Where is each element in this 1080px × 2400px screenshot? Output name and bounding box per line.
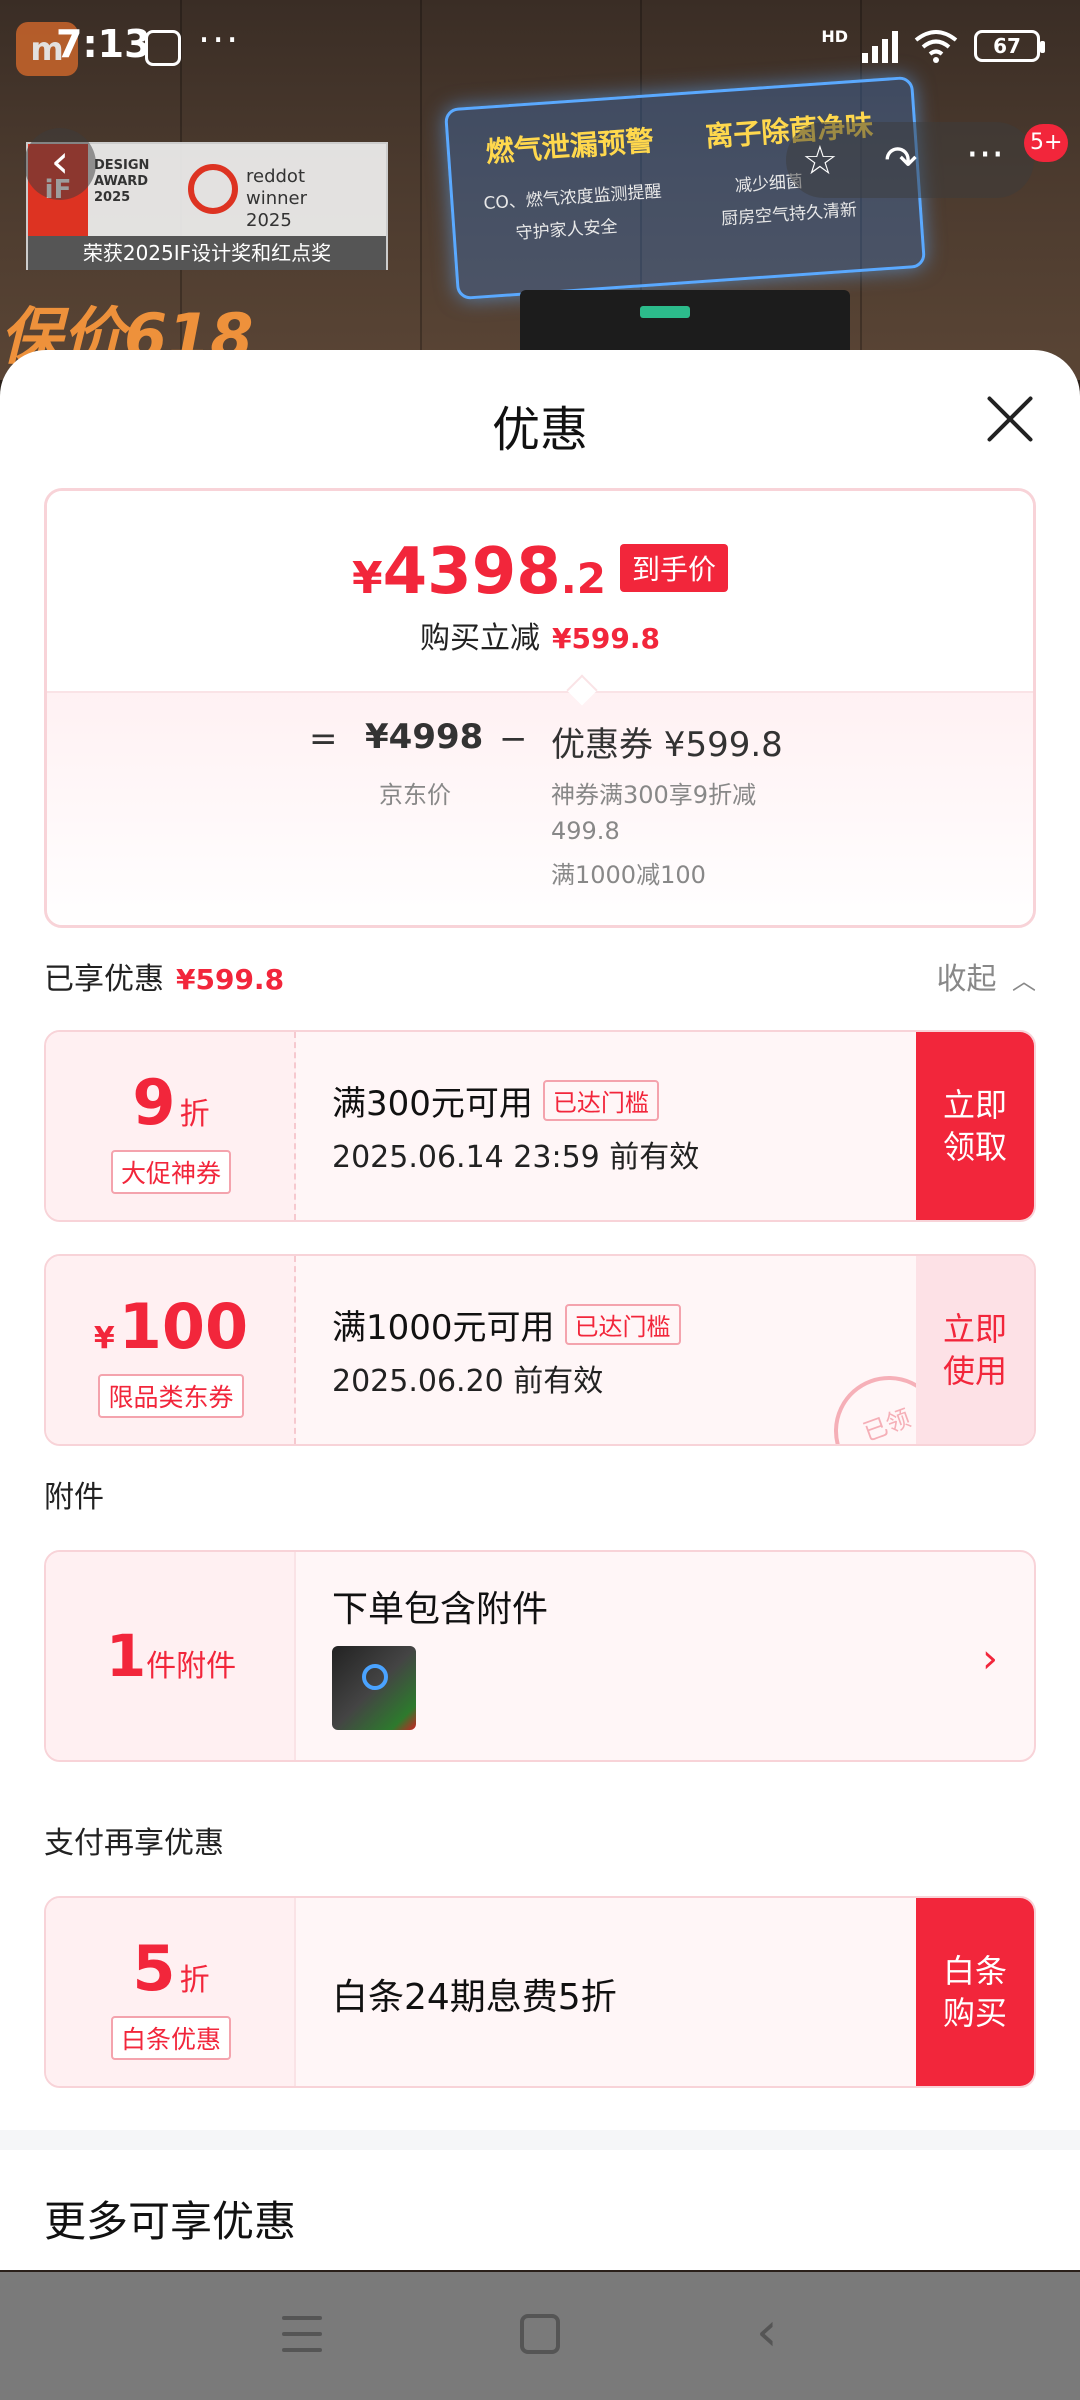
- back-button[interactable]: ‹: [24, 128, 96, 200]
- system-back-icon[interactable]: ‹: [756, 2300, 778, 2363]
- share-icon[interactable]: ↷: [884, 138, 918, 184]
- chevron-up-icon: ︿: [1012, 967, 1036, 995]
- accessories-count-unit: 件附件: [146, 1649, 237, 1684]
- status-more: ···: [198, 18, 241, 62]
- claim-coupon-button[interactable]: 立即领取: [916, 1032, 1034, 1220]
- payment-type-badge: 白条优惠: [110, 2016, 231, 2060]
- final-price: ¥4398.2 到手价: [47, 535, 1033, 609]
- coupon-amount: 9折: [46, 1066, 296, 1139]
- equals-sign: =: [309, 719, 338, 759]
- section-divider: [0, 2130, 1080, 2150]
- close-icon[interactable]: [976, 386, 1044, 454]
- coupon-condition: 满300元可用 已达门槛: [332, 1076, 659, 1125]
- system-navigation-bar: ‹: [0, 2272, 1080, 2400]
- hd-indicator: HD: [821, 26, 848, 46]
- baitiao-buy-button[interactable]: 白条购买: [916, 1898, 1034, 2086]
- coupon-amount: ¥100: [46, 1290, 296, 1363]
- accessories-title: 下单包含附件: [332, 1589, 549, 1630]
- price-integer: 4398: [382, 535, 561, 609]
- final-price-tag: 到手价: [619, 544, 728, 592]
- feature-line: CO、燃气浓度监测提醒: [482, 181, 663, 215]
- feature-line: 守护家人安全: [515, 216, 619, 244]
- status-time: 7:13: [56, 22, 151, 66]
- use-coupon-button[interactable]: 立即使用: [916, 1256, 1034, 1444]
- payment-discount-title: 白条24期息费5折: [332, 1977, 617, 2018]
- coupon-detail: 神券满300享9折减: [551, 781, 757, 809]
- jd-price-label: 京东价: [379, 781, 451, 809]
- accessories-count: 1件附件: [46, 1622, 296, 1690]
- enjoyed-discounts-heading: 已享优惠 ¥599.8: [44, 954, 284, 998]
- reduction-value: ¥599.8: [551, 622, 661, 655]
- recent-apps-icon[interactable]: [282, 2316, 322, 2352]
- accessories-card[interactable]: 1件附件 下单包含附件 ›: [44, 1550, 1036, 1762]
- feature-title: 燃气泄漏预警: [484, 124, 655, 169]
- collapse-toggle[interactable]: 收起 ︿: [936, 954, 1036, 998]
- discount-sheet: 优惠 ¥4398.2 到手价 购买立减 ¥599.8 = ¥4998 京东价 − 优…: [0, 350, 1080, 2270]
- payment-discount-heading: 支付再享优惠: [44, 1826, 224, 1861]
- accessories-count-number: 1: [105, 1622, 147, 1690]
- instant-reduction: 购买立减 ¥599.8: [47, 613, 1033, 657]
- payment-amount-unit: 折: [179, 1963, 210, 1998]
- payment-amount-number: 5: [132, 1932, 176, 2005]
- wifi-icon: [912, 28, 960, 64]
- payment-amount: 5折: [46, 1932, 296, 2005]
- design-award-text: DESIGN AWARD 2025: [94, 158, 150, 205]
- coupon-total: 优惠券 ¥599.8: [551, 725, 783, 765]
- price-summary-card: ¥4398.2 到手价 购买立减 ¥599.8 = ¥4998 京东价 − 优惠券 …: [44, 488, 1036, 928]
- sheet-title: 优惠: [491, 402, 588, 458]
- more-icon[interactable]: ···: [966, 132, 1004, 178]
- coupon-validity: 2025.06.20 前有效: [332, 1364, 604, 1399]
- chevron-right-icon[interactable]: ›: [982, 1636, 998, 1682]
- coupon-detail: 满1000减100: [551, 861, 706, 889]
- battery-icon: 67: [974, 30, 1045, 62]
- award-caption: 荣获2025IF设计奖和红点奖: [28, 236, 386, 270]
- coupon-card[interactable]: 9折 大促神券 满300元可用 已达门槛 2025.06.14 23:59 前有效…: [44, 1030, 1036, 1222]
- enjoyed-label: 已享优惠: [44, 962, 164, 997]
- notification-icon: [145, 30, 181, 66]
- burner-icon: [362, 1664, 388, 1690]
- coupon-type-badge: 限品类东券: [98, 1374, 244, 1418]
- coupon-condition-text: 满1000元可用: [332, 1308, 555, 1348]
- payment-discount-card[interactable]: 5折 白条优惠 白条24期息费5折 白条购买: [44, 1896, 1036, 2088]
- back-arrow-icon: ‹: [50, 134, 70, 188]
- reddot-logo: [188, 164, 238, 214]
- threshold-badge: 已达门槛: [564, 1304, 681, 1345]
- coupon-validity: 2025.06.14 23:59 前有效: [332, 1140, 700, 1175]
- coupon-condition-text: 满300元可用: [332, 1084, 533, 1124]
- price-currency: ¥: [352, 553, 383, 604]
- accessories-heading: 附件: [44, 1480, 104, 1515]
- hood-display: [640, 306, 690, 318]
- coupon-condition: 满1000元可用 已达门槛: [332, 1300, 681, 1349]
- coupon-amount-number: 9: [132, 1066, 176, 1139]
- star-icon[interactable]: ☆: [802, 138, 838, 184]
- status-bar: m 7:13 ··· HD 67: [0, 0, 1080, 100]
- coupon-amount-number: 100: [118, 1290, 249, 1363]
- collapse-label: 收起: [936, 962, 997, 997]
- price-decimal: .2: [560, 554, 606, 603]
- accessory-thumbnail[interactable]: [332, 1646, 416, 1730]
- coupon-currency: ¥: [93, 1321, 115, 1356]
- feature-line: 厨房空气持久清新: [720, 200, 858, 230]
- enjoyed-value: ¥599.8: [176, 963, 285, 996]
- reduction-label: 购买立减: [419, 621, 540, 656]
- home-icon[interactable]: [520, 2314, 560, 2354]
- jd-price: ¥4998: [365, 717, 484, 757]
- reddot-text: reddot winner 2025: [246, 166, 308, 231]
- signal-icon: [862, 29, 898, 63]
- minus-sign: −: [499, 719, 528, 759]
- coupon-detail: 499.8: [551, 817, 620, 845]
- threshold-badge: 已达门槛: [542, 1080, 659, 1121]
- coupon-card[interactable]: ¥100 限品类东券 满1000元可用 已达门槛 2025.06.20 前有效 已…: [44, 1254, 1036, 1446]
- coupon-amount-unit: 折: [179, 1097, 210, 1132]
- cart-badge: 5+: [1024, 124, 1069, 162]
- coupon-type-badge: 大促神券: [110, 1150, 231, 1194]
- more-discounts-heading: 更多可享优惠: [44, 2197, 297, 2246]
